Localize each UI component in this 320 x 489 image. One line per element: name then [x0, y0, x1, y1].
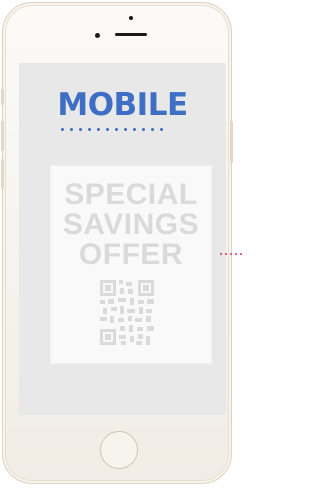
qr-code-icon [100, 280, 154, 345]
coupon-headline: SPECIAL SAVINGS OFFER [51, 180, 211, 270]
front-camera [129, 16, 133, 20]
screen-title: MOBILE [57, 87, 188, 123]
coupon-card[interactable]: SPECIAL SAVINGS OFFER [51, 166, 211, 363]
earpiece-speaker [115, 33, 147, 36]
phone-screen: MOBILE SPECIAL SAVINGS OFFER [19, 63, 226, 415]
coupon-line-3: OFFER [78, 238, 184, 271]
coupon-line-1: SPECIAL [64, 178, 198, 211]
volume-up-button [1, 121, 4, 151]
pointer-dotted-line [220, 253, 250, 257]
home-button[interactable] [100, 431, 138, 469]
volume-down-button [1, 159, 4, 189]
proximity-sensor [95, 33, 100, 38]
power-button [230, 121, 233, 163]
phone-illustration: MOBILE SPECIAL SAVINGS OFFER [0, 0, 245, 489]
title-underline-dots [61, 128, 221, 132]
phone-frame: MOBILE SPECIAL SAVINGS OFFER [1, 2, 233, 484]
mute-switch [1, 89, 4, 105]
coupon-line-2: SAVINGS [62, 208, 200, 241]
